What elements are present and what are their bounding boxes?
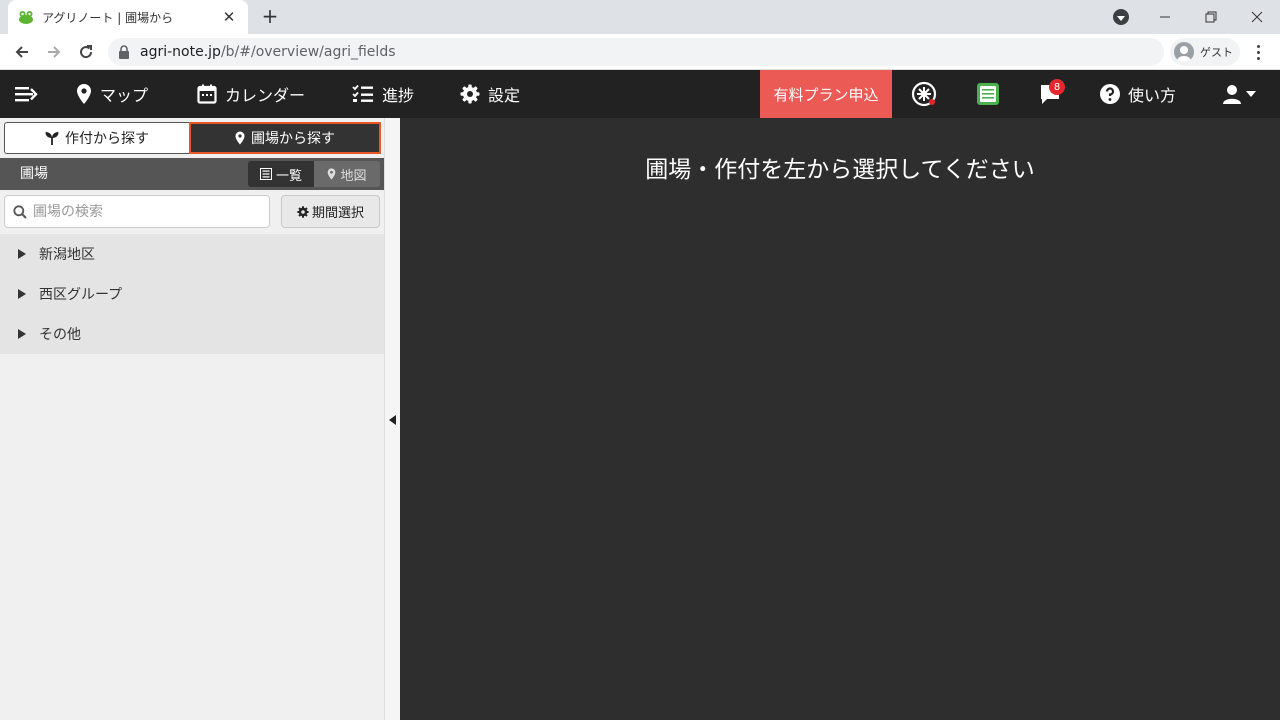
- nav-map[interactable]: マップ: [76, 70, 148, 118]
- view-list-button[interactable]: 一覧: [248, 161, 314, 187]
- back-icon[interactable]: [8, 38, 36, 66]
- field-group-item[interactable]: 西区グループ: [0, 274, 384, 314]
- list-icon: [259, 168, 272, 180]
- group-label: 新潟地区: [39, 247, 95, 263]
- expand-triangle-icon: [18, 249, 26, 259]
- tab-crop-label: 作付から探す: [65, 131, 149, 147]
- field-search[interactable]: [4, 195, 270, 228]
- reload-icon[interactable]: [72, 38, 100, 66]
- restore-icon[interactable]: [1188, 0, 1234, 34]
- browser-tab[interactable]: アグリノート | 圃場から ✕: [8, 0, 248, 34]
- field-group-item[interactable]: その他: [0, 314, 384, 354]
- diary-book-icon: [977, 83, 999, 105]
- field-list-title: 圃場: [20, 166, 48, 182]
- view-map-label: 地図: [340, 168, 367, 184]
- nav-help[interactable]: 使い方: [1100, 70, 1176, 118]
- sun-icon: [911, 81, 937, 107]
- user-menu-button[interactable]: [1222, 70, 1264, 118]
- profile-label: ゲスト: [1200, 46, 1233, 59]
- nav-calendar[interactable]: カレンダー: [197, 70, 305, 118]
- diary-icon-button[interactable]: [976, 70, 1008, 118]
- checklist-icon: [352, 84, 373, 102]
- weather-icon-button[interactable]: [911, 70, 945, 118]
- view-toggle: 一覧 地図: [248, 161, 380, 187]
- question-circle-icon: [1100, 84, 1120, 104]
- frog-favicon-icon: [19, 11, 33, 24]
- notification-badge: 8: [1049, 79, 1065, 95]
- main-content: 圃場・作付を左から選択してください: [400, 118, 1280, 720]
- browser-toolbar: agri-note.jp/b/#/overview/agri_fields ゲス…: [0, 34, 1280, 70]
- tab-search-icon[interactable]: [1113, 9, 1129, 25]
- view-list-label: 一覧: [275, 168, 302, 184]
- tab-close-icon[interactable]: ✕: [220, 8, 238, 26]
- collapse-left-icon[interactable]: [389, 415, 396, 425]
- nav-progress-label: 進捗: [382, 86, 415, 105]
- expand-triangle-icon: [18, 329, 26, 339]
- calendar-icon: [197, 84, 217, 104]
- nav-progress[interactable]: 進捗: [352, 70, 414, 118]
- url-path: /b/#/overview/agri_fields: [220, 44, 396, 60]
- profile-button[interactable]: ゲスト: [1170, 38, 1240, 66]
- nav-map-label: マップ: [100, 86, 149, 105]
- menu-toggle-icon[interactable]: [14, 70, 46, 118]
- tab-search-by-field[interactable]: 圃場から探す: [189, 122, 381, 154]
- search-input[interactable]: [33, 203, 253, 220]
- address-bar[interactable]: agri-note.jp/b/#/overview/agri_fields: [108, 38, 1164, 66]
- gear-icon: [460, 84, 480, 104]
- gear-icon: [297, 205, 309, 218]
- nav-calendar-label: カレンダー: [225, 86, 306, 105]
- map-marker-icon: [77, 84, 91, 104]
- expand-triangle-icon: [18, 289, 26, 299]
- field-group-list: 新潟地区 西区グループ その他: [0, 234, 384, 354]
- close-window-icon[interactable]: [1234, 0, 1280, 34]
- field-sidebar: 作付から探す 圃場から探す 圃場 一覧 地図 期間選択 新潟地区: [0, 118, 384, 720]
- new-tab-button[interactable]: +: [258, 4, 282, 28]
- lock-icon: [119, 45, 129, 59]
- forward-icon[interactable]: [40, 38, 68, 66]
- period-select-label: 期間選択: [311, 206, 364, 221]
- field-list-header: 圃場 一覧 地図: [0, 158, 384, 190]
- search-icon: [13, 204, 27, 219]
- view-map-button[interactable]: 地図: [314, 161, 380, 187]
- map-marker-icon: [235, 131, 245, 145]
- user-icon: [1223, 85, 1241, 104]
- nav-settings-label: 設定: [488, 86, 521, 105]
- sprout-icon: [45, 132, 59, 145]
- tab-title: アグリノート | 圃場から: [42, 10, 174, 25]
- tab-field-label: 圃場から探す: [251, 131, 335, 147]
- sidebar-splitter[interactable]: [384, 118, 400, 720]
- nav-settings[interactable]: 設定: [460, 70, 520, 118]
- app-header: マップ カレンダー 進捗 設定 有料プラン申込 使い方: [0, 70, 1280, 118]
- group-label: その他: [39, 327, 81, 343]
- guest-avatar-icon: [1174, 42, 1194, 62]
- map-marker-icon: [328, 168, 336, 180]
- empty-state-message: 圃場・作付を左から選択してください: [645, 157, 1035, 183]
- url-host: agri-note.jp: [140, 44, 221, 60]
- field-group-item[interactable]: 新潟地区: [0, 234, 384, 274]
- paid-plan-button[interactable]: 有料プラン申込: [760, 70, 892, 118]
- caret-down-icon: [1246, 91, 1256, 97]
- group-label: 西区グループ: [39, 287, 123, 303]
- browser-menu-icon[interactable]: [1250, 38, 1266, 66]
- browser-tabbar: アグリノート | 圃場から ✕ +: [0, 0, 1280, 34]
- nav-help-label: 使い方: [1128, 86, 1177, 105]
- minimize-icon[interactable]: [1142, 0, 1188, 34]
- period-select-button[interactable]: 期間選択: [281, 195, 380, 228]
- tab-search-by-crop[interactable]: 作付から探す: [4, 122, 190, 154]
